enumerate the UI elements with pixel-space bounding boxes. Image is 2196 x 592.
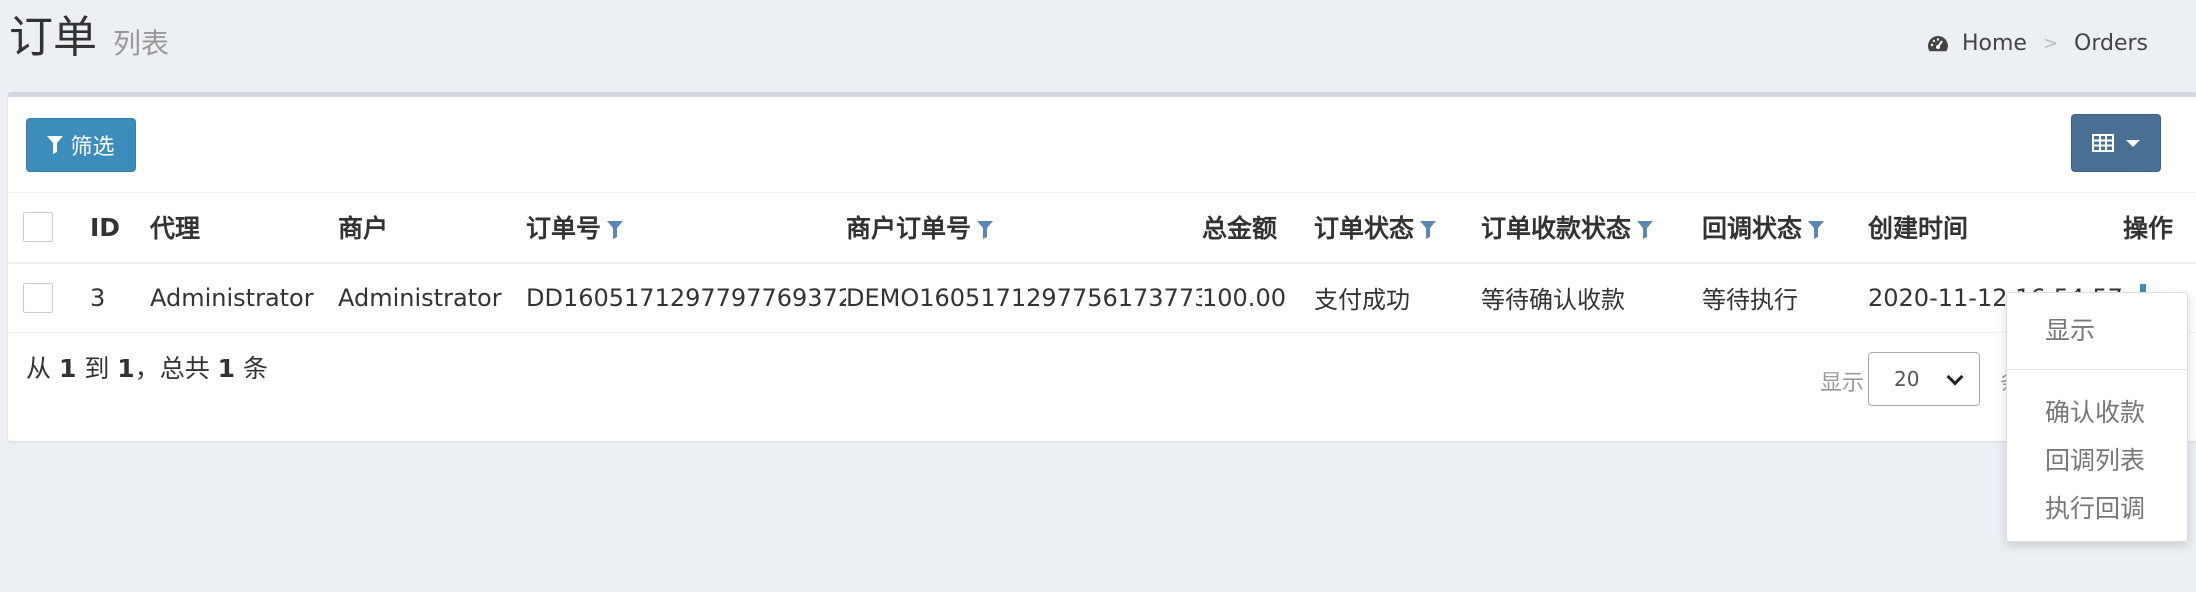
column-filter-icon[interactable]	[1808, 221, 1825, 240]
column-filter-icon[interactable]	[607, 221, 624, 240]
column-header-order-status-label: 订单状态	[1314, 214, 1415, 244]
column-header-merchant[interactable]: 商户	[338, 193, 526, 263]
breadcrumb-home-link[interactable]: Home	[1962, 26, 2027, 62]
column-header-order-no[interactable]: 订单号	[526, 193, 846, 263]
page-title: 订单	[9, 12, 97, 63]
breadcrumb: Home > Orders	[1926, 26, 2148, 62]
pagination-summary: 从 1 到 1，总共 1 条	[26, 349, 268, 385]
row-select-cell	[8, 263, 90, 333]
row-actions-dropdown: 显示 确认收款 回调列表 执行回调	[2006, 292, 2188, 542]
menu-item-show[interactable]: 显示	[2045, 311, 2095, 347]
pagination-from: 1	[58, 354, 77, 383]
menu-item-confirm-payment[interactable]: 确认收款	[2045, 393, 2145, 429]
pagination-unit: 条	[243, 354, 269, 383]
table-grid-icon	[2092, 134, 2114, 152]
menu-item-callback-list[interactable]: 回调列表	[2045, 441, 2145, 477]
pagination-total: 1	[217, 354, 236, 383]
column-header-merchant-order-no-label: 商户订单号	[846, 214, 972, 244]
dashboard-icon	[1927, 36, 1948, 52]
cell-payment-status: 等待确认收款	[1481, 286, 1625, 315]
breadcrumb-current: Orders	[2074, 31, 2148, 56]
select-all-cell	[8, 193, 90, 263]
pagination-to: 1	[117, 354, 135, 383]
cell-callback-status: 等待执行	[1702, 286, 1798, 315]
column-header-id[interactable]: ID	[90, 193, 150, 263]
column-header-merchant-order-no[interactable]: 商户订单号	[846, 193, 1202, 263]
orders-table: ID 代理 商户 订单号 商户订单号 总金额 订单状态 订单收款状态 回调状态 …	[8, 192, 2196, 333]
filter-icon	[47, 136, 64, 154]
cell-merchant: Administrator	[338, 283, 502, 312]
orders-box: 筛选 ID 代理 商户 订单号 商户订单号 总金额 订单状态 订单收款状态 回调…	[8, 92, 2196, 441]
orders-table-wrap: ID 代理 商户 订单号 商户订单号 总金额 订单状态 订单收款状态 回调状态 …	[8, 192, 2196, 333]
pagination-from-label: 从	[26, 354, 52, 383]
table-header-row: ID 代理 商户 订单号 商户订单号 总金额 订单状态 订单收款状态 回调状态 …	[8, 192, 2196, 263]
column-header-order-status[interactable]: 订单状态	[1314, 193, 1481, 263]
page-header: 订单 列表 Home > Orders	[0, 0, 2196, 90]
column-filter-icon[interactable]	[977, 221, 994, 240]
pagination-to-label: 到	[84, 354, 110, 383]
column-header-agent[interactable]: 代理	[150, 193, 338, 263]
chevron-down-icon	[2126, 139, 2140, 147]
column-header-callback-status-label: 回调状态	[1702, 214, 1803, 244]
column-header-order-no-label: 订单号	[526, 214, 602, 244]
cell-order-no: DD1605171297797769372	[526, 283, 846, 312]
column-filter-icon[interactable]	[1637, 221, 1654, 240]
filter-button-label: 筛选	[70, 135, 115, 160]
cell-id: 3	[90, 283, 106, 312]
pagination-total-label: ，总共	[134, 354, 210, 383]
per-page-select[interactable]: 20	[1868, 352, 1980, 406]
page-subtitle: 列表	[113, 27, 170, 60]
column-header-payment-status[interactable]: 订单收款状态	[1481, 193, 1702, 263]
column-filter-icon[interactable]	[1420, 221, 1437, 240]
cell-merchant-order-no: DEMO1605171297756173773	[846, 283, 1202, 312]
menu-divider	[2007, 369, 2187, 370]
select-all-checkbox[interactable]	[23, 212, 53, 243]
cell-agent: Administrator	[150, 283, 314, 312]
table-row: 3 Administrator Administrator DD16051712…	[8, 263, 2196, 333]
per-page-value: 20	[1894, 367, 1920, 391]
filter-button[interactable]: 筛选	[26, 118, 136, 172]
column-header-total[interactable]: 总金额	[1202, 193, 1314, 263]
row-checkbox[interactable]	[23, 282, 53, 313]
column-header-created-at[interactable]: 创建时间	[1868, 193, 2123, 263]
column-header-callback-status[interactable]: 回调状态	[1702, 193, 1868, 263]
column-header-actions: 操作	[2123, 214, 2174, 244]
breadcrumb-separator: >	[2042, 33, 2059, 54]
menu-item-execute-callback[interactable]: 执行回调	[2045, 489, 2145, 525]
chevron-down-icon	[1946, 368, 1964, 386]
cell-order-status: 支付成功	[1314, 286, 1410, 315]
cell-total: 100.00	[1202, 283, 1286, 312]
per-page-label: 显示	[1820, 371, 1865, 396]
column-header-payment-status-label: 订单收款状态	[1481, 214, 1632, 244]
column-selector-button[interactable]	[2071, 114, 2161, 172]
